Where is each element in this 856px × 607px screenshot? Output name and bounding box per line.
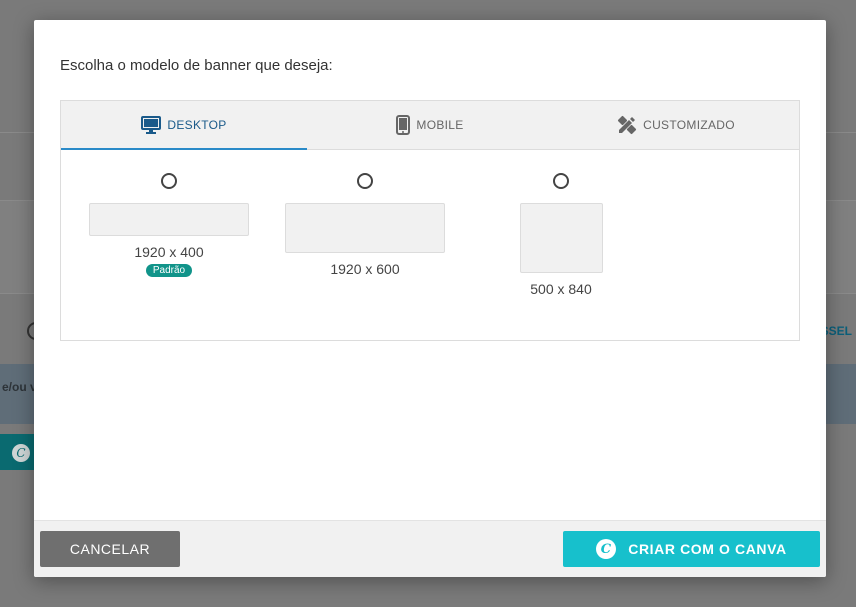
banner-model-dialog: Escolha o modelo de banner que deseja: D… (34, 20, 826, 577)
tab-customizado[interactable]: CUSTOMIZADO (553, 101, 799, 149)
background-canva-logo-icon: C (12, 444, 30, 462)
banner-preview (519, 203, 603, 273)
banner-option-radio[interactable] (357, 173, 373, 189)
background-info-text: e/ou v (2, 380, 37, 394)
dialog-prompt: Escolha o modelo de banner que deseja: (60, 57, 333, 74)
banner-option-1920x400: 1920 x 400 Padrão (89, 173, 249, 278)
create-with-canva-label: CRIAR COM O CANVA (628, 541, 787, 557)
banner-size-label: 500 x 840 (530, 281, 592, 297)
banner-type-panel: DESKTOP MOBILE CUSTOMIZADO 1920 x 400 Pa… (60, 100, 800, 341)
banner-size-label: 1920 x 600 (330, 261, 400, 277)
tab-customizado-label: CUSTOMIZADO (643, 118, 735, 132)
default-badge: Padrão (145, 264, 193, 277)
banner-preview (285, 203, 445, 253)
banner-option-radio[interactable] (161, 173, 177, 189)
banner-type-tabs: DESKTOP MOBILE CUSTOMIZADO (61, 101, 799, 150)
mobile-icon (396, 115, 411, 135)
banner-option-1920x600: 1920 x 600 (285, 173, 445, 277)
cancel-button[interactable]: CANCELAR (40, 531, 180, 567)
tab-mobile[interactable]: MOBILE (307, 101, 553, 149)
banner-option-radio[interactable] (553, 173, 569, 189)
banner-preview (89, 203, 249, 236)
desktop-icon (141, 116, 162, 134)
tab-desktop-label: DESKTOP (167, 118, 227, 132)
tab-mobile-label: MOBILE (416, 118, 464, 132)
tab-desktop[interactable]: DESKTOP (61, 101, 307, 150)
banner-option-500x840: 500 x 840 (481, 173, 641, 297)
dialog-footer: CANCELAR C CRIAR COM O CANVA (34, 520, 826, 577)
create-with-canva-button[interactable]: C CRIAR COM O CANVA (563, 531, 820, 567)
canva-logo-icon: C (596, 539, 617, 559)
design-tools-icon (617, 115, 637, 135)
banner-size-label: 1920 x 400 (134, 244, 204, 260)
